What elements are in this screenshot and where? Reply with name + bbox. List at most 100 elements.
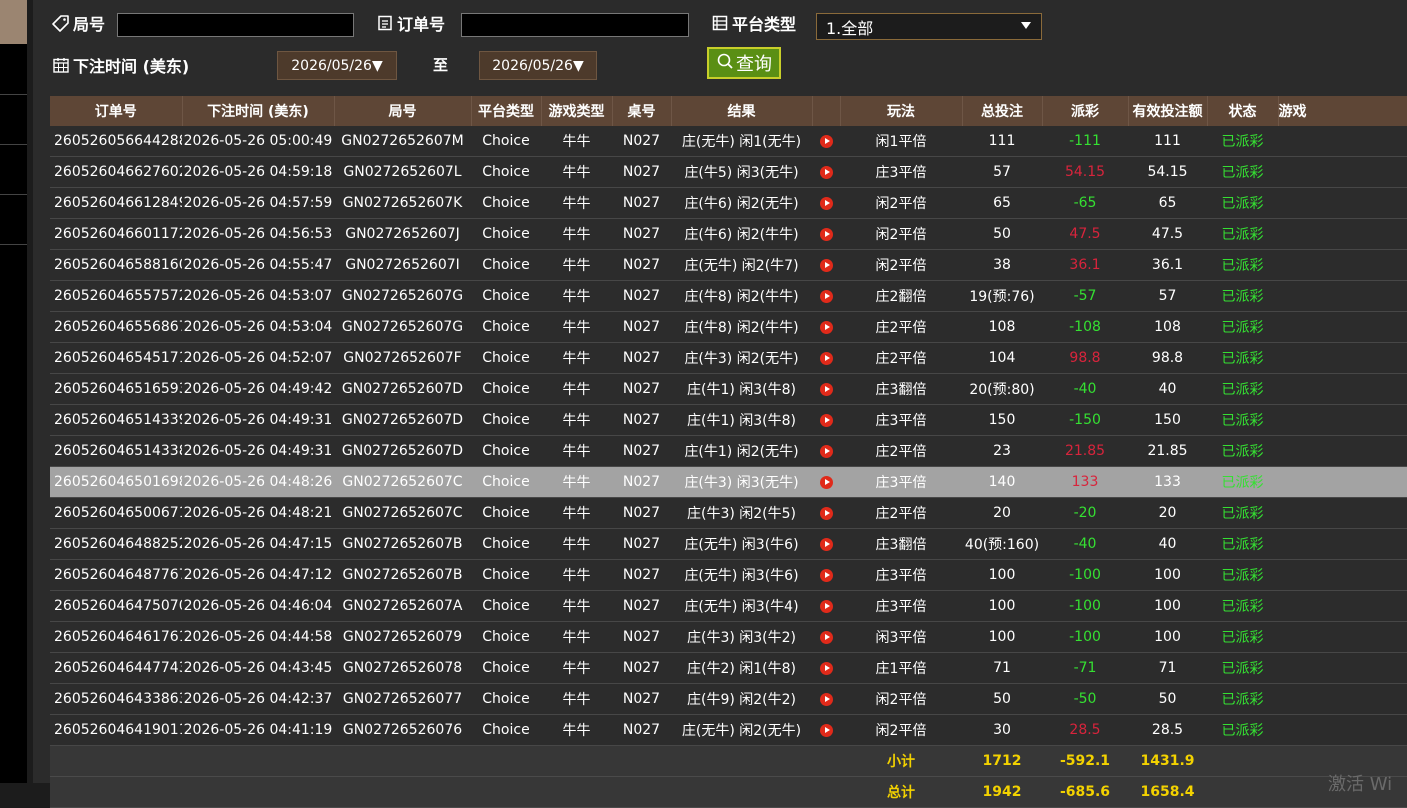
round-input[interactable] xyxy=(117,13,354,37)
play-icon[interactable] xyxy=(819,196,833,210)
play-icon[interactable] xyxy=(819,258,833,272)
column-header: 桌号 xyxy=(612,96,672,126)
play-icon[interactable] xyxy=(819,723,833,737)
summary-cell xyxy=(541,776,612,808)
table-row[interactable]: 260526046433863 2026-05-26 04:42:37 GN0272… xyxy=(50,683,1407,715)
table-row[interactable]: 260526046501698 2026-05-26 04:48:26 GN0272… xyxy=(50,466,1407,498)
table-row[interactable]: 260526046447743 2026-05-26 04:43:45 GN0272… xyxy=(50,652,1407,684)
table-row[interactable]: 260526046545171 2026-05-26 04:52:07 GN0272… xyxy=(50,342,1407,374)
round-cell: GN0272652607F xyxy=(334,342,471,374)
play-icon[interactable] xyxy=(819,506,833,520)
table-row[interactable]: 260526046488252 2026-05-26 04:47:15 GN0272… xyxy=(50,528,1407,560)
date-from-select[interactable]: 2026/05/26▼ xyxy=(277,51,397,80)
play-icon[interactable] xyxy=(819,227,833,241)
table-row[interactable]: 260526046557572 2026-05-26 04:53:07 GN0272… xyxy=(50,280,1407,312)
order-cell: 260526046475070 xyxy=(50,590,182,622)
left-nav-tab[interactable] xyxy=(0,0,27,44)
table-row[interactable]: 260526046514339 2026-05-26 04:49:31 GN0272… xyxy=(50,404,1407,436)
game-extra-cell xyxy=(1278,218,1407,250)
round-cell: GN0272652607M xyxy=(334,126,471,157)
table-row[interactable]: 260526046556867 2026-05-26 04:53:04 GN0272… xyxy=(50,311,1407,343)
valid-bet-cell: 50 xyxy=(1128,683,1207,715)
round-filter-label: 局号 xyxy=(52,11,105,35)
time-cell: 2026-05-26 04:49:31 xyxy=(182,404,334,436)
play-icon[interactable] xyxy=(819,320,833,334)
left-nav-divider xyxy=(0,244,27,245)
order-cell: 260526046514339 xyxy=(50,404,182,436)
play-icon[interactable] xyxy=(819,413,833,427)
subtotal-row-valid: 1431.9 xyxy=(1128,745,1207,777)
play-icon[interactable] xyxy=(819,630,833,644)
replay-cell xyxy=(812,559,840,591)
table-row[interactable]: 260526056644288 2026-05-26 05:00:49 GN0272… xyxy=(50,126,1407,157)
play-icon[interactable] xyxy=(819,599,833,613)
summary-cell xyxy=(471,776,541,808)
play-icon[interactable] xyxy=(819,134,833,148)
total-bet-cell: 140 xyxy=(962,466,1042,498)
game-type-cell: 牛牛 xyxy=(541,652,612,684)
play-icon[interactable] xyxy=(819,444,833,458)
total-bet-cell: 50 xyxy=(962,683,1042,715)
valid-bet-cell: 100 xyxy=(1128,590,1207,622)
table-row[interactable]: 260526046419011 2026-05-26 04:41:19 GN0272… xyxy=(50,714,1407,746)
play-icon[interactable] xyxy=(819,382,833,396)
game-extra-cell xyxy=(1278,528,1407,560)
game-extra-cell xyxy=(1278,466,1407,498)
play-icon[interactable] xyxy=(819,475,833,489)
table-row[interactable]: 260526046475070 2026-05-26 04:46:04 GN0272… xyxy=(50,590,1407,622)
summary-cell xyxy=(1207,745,1278,777)
total-row-label: 总计 xyxy=(840,776,962,808)
total-bet-cell: 19(预:76) xyxy=(962,280,1042,312)
table-row[interactable]: 260526046461761 2026-05-26 04:44:58 GN0272… xyxy=(50,621,1407,653)
table-row[interactable]: 260526046500671 2026-05-26 04:48:21 GN0272… xyxy=(50,497,1407,529)
valid-bet-cell: 21.85 xyxy=(1128,435,1207,467)
summary-cell xyxy=(50,776,182,808)
document-icon xyxy=(376,14,394,32)
round-cell: GN02726526076 xyxy=(334,714,471,746)
platform-cell: Choice xyxy=(471,280,541,312)
platform-select[interactable]: 1.全部 xyxy=(816,13,1042,40)
result-cell: 庄(牛1) 闲3(牛8) xyxy=(671,373,812,405)
round-cell: GN0272652607B xyxy=(334,559,471,591)
payout-cell: 47.5 xyxy=(1042,218,1128,250)
result-cell: 庄(无牛) 闲3(牛6) xyxy=(671,528,812,560)
play-type-cell: 闲3平倍 xyxy=(840,621,962,653)
play-type-cell: 闲2平倍 xyxy=(840,683,962,715)
table-number-cell: N027 xyxy=(612,187,671,219)
table-row[interactable]: 260526046516593 2026-05-26 04:49:42 GN0272… xyxy=(50,373,1407,405)
table-row[interactable]: 260526046627602 2026-05-26 04:59:18 GN0272… xyxy=(50,156,1407,188)
platform-cell: Choice xyxy=(471,683,541,715)
play-icon[interactable] xyxy=(819,351,833,365)
table-number-cell: N027 xyxy=(612,404,671,436)
order-cell: 260526046487767 xyxy=(50,559,182,591)
valid-bet-cell: 65 xyxy=(1128,187,1207,219)
order-input[interactable] xyxy=(461,13,689,37)
play-icon[interactable] xyxy=(819,537,833,551)
play-icon[interactable] xyxy=(819,165,833,179)
query-button[interactable]: 查询 xyxy=(707,47,781,79)
platform-cell: Choice xyxy=(471,156,541,188)
payout-cell: 54.15 xyxy=(1042,156,1128,188)
play-icon[interactable] xyxy=(819,289,833,303)
play-icon[interactable] xyxy=(819,661,833,675)
replay-cell xyxy=(812,156,840,188)
subtotal-row-bet: 1712 xyxy=(962,745,1042,777)
table-number-cell: N027 xyxy=(612,126,671,157)
table-row[interactable]: 260526046487767 2026-05-26 04:47:12 GN0272… xyxy=(50,559,1407,591)
result-cell: 庄(牛8) 闲2(牛牛) xyxy=(671,280,812,312)
payout-cell: -20 xyxy=(1042,497,1128,529)
date-to-select[interactable]: 2026/05/26▼ xyxy=(479,51,597,80)
column-header: 状态 xyxy=(1207,96,1279,126)
replay-cell xyxy=(812,683,840,715)
play-icon[interactable] xyxy=(819,692,833,706)
table-row[interactable]: 260526046612849 2026-05-26 04:57:59 GN0272… xyxy=(50,187,1407,219)
status-cell: 已派彩 xyxy=(1207,683,1278,715)
valid-bet-cell: 108 xyxy=(1128,311,1207,343)
table-row[interactable]: 260526046514338 2026-05-26 04:49:31 GN0272… xyxy=(50,435,1407,467)
play-type-cell: 闲1平倍 xyxy=(840,126,962,157)
play-icon[interactable] xyxy=(819,568,833,582)
table-row[interactable]: 260526046601172 2026-05-26 04:56:53 GN0272… xyxy=(50,218,1407,250)
table-row[interactable]: 260526046588160 2026-05-26 04:55:47 GN0272… xyxy=(50,249,1407,281)
game-extra-cell xyxy=(1278,342,1407,374)
game-type-cell: 牛牛 xyxy=(541,311,612,343)
